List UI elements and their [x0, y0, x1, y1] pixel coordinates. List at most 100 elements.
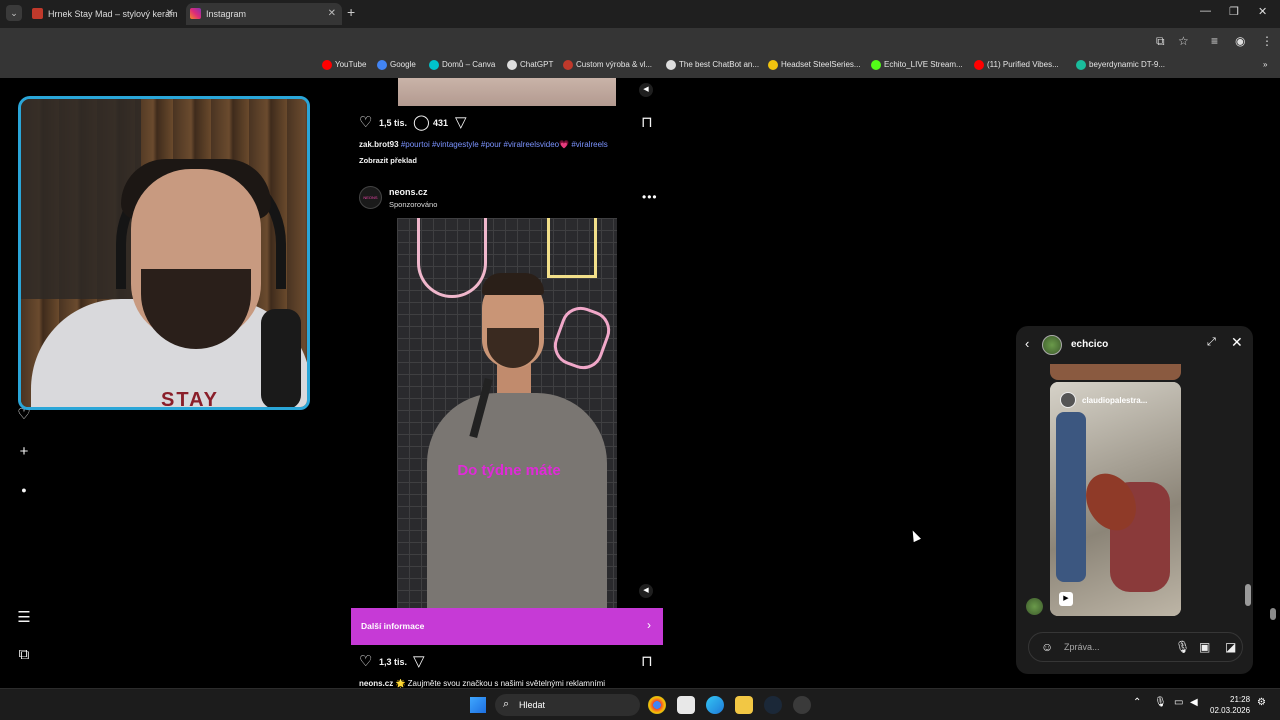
create-plus-icon[interactable]: + — [15, 443, 33, 461]
taskbar-search[interactable]: ⌕ Hledat — [495, 694, 640, 716]
chrome-icon[interactable] — [648, 696, 666, 714]
profile-avatar-icon[interactable]: ◉ — [1235, 34, 1245, 48]
caption-author[interactable]: zak.brot93 — [359, 140, 399, 149]
shop-favicon-icon — [32, 8, 43, 19]
post-video[interactable]: Do týdne máte ◀ — [351, 218, 663, 608]
bookmark-chatgpt[interactable]: ChatGPT — [507, 60, 553, 70]
chatbot-icon — [666, 60, 676, 70]
bookmark-label: Custom výroba & vl... — [576, 60, 653, 69]
taskbar-clock[interactable]: 21:28 02.03.2026 — [1210, 694, 1250, 716]
volume-icon[interactable]: ◀ — [639, 83, 653, 97]
chat-scrollbar-thumb[interactable] — [1245, 584, 1251, 606]
tab-title: Instagram — [206, 9, 247, 19]
bookmark-google[interactable]: Google — [377, 60, 416, 70]
browser-tab-instagram[interactable]: Instagram ✕ — [186, 3, 342, 25]
share-icon[interactable]: ▽ — [455, 115, 467, 131]
bookmark-purified-vibes[interactable]: (11) Purified Vibes... — [974, 60, 1059, 70]
mouse-cursor-icon — [909, 528, 921, 543]
shop-icon — [563, 60, 573, 70]
chevron-right-icon: › — [647, 618, 651, 632]
back-chevron-icon[interactable]: ‹ — [1025, 336, 1029, 351]
file-explorer-icon[interactable] — [735, 696, 753, 714]
kick-icon — [871, 60, 881, 70]
chat-user-avatar[interactable] — [1042, 335, 1062, 355]
browser-tab-bar: ⌄ Hrnek Stay Mad – stylový keram ✕ Insta… — [0, 0, 1280, 28]
chat-scrollbar[interactable] — [1245, 368, 1251, 618]
shirt-print: STAY — [161, 389, 220, 410]
browser-tab-hrnek[interactable]: Hrnek Stay Mad – stylový keram ✕ — [28, 3, 180, 25]
save-bookmark-icon[interactable]: ⊓ — [641, 115, 653, 131]
browser-menu-icon[interactable]: ⋮ — [1261, 34, 1273, 48]
caption-hashtag[interactable]: #viralreels — [571, 140, 607, 149]
see-translation-link[interactable]: Zobrazit překlad — [359, 156, 417, 165]
caption-author[interactable]: neons.cz — [359, 679, 393, 688]
comment-icon[interactable]: ◯ — [413, 115, 430, 131]
image-icon[interactable]: ▣ — [1199, 640, 1210, 654]
clock-time: 21:28 — [1230, 695, 1251, 704]
bookmark-star-icon[interactable]: ☆ — [1178, 34, 1189, 48]
restore-icon[interactable]: ❐ — [1229, 5, 1239, 18]
clock-date: 02.03.2026 — [1210, 706, 1251, 715]
bookmark-label: Echito_LIVE Stream... — [884, 60, 963, 69]
like-heart-icon[interactable]: ♡ — [359, 115, 372, 131]
tab-search-dropdown-icon[interactable]: ⌄ — [6, 5, 22, 21]
store-icon[interactable] — [677, 696, 695, 714]
bookmark-label: Headset SteelSeries... — [781, 60, 861, 69]
notification-bell-icon[interactable]: ⚙ — [1257, 697, 1266, 708]
more-options-icon[interactable]: ••• — [642, 190, 658, 204]
expand-icon[interactable]: ⤢ — [1207, 336, 1216, 349]
windows-start-icon[interactable] — [470, 697, 486, 713]
account-avatar[interactable]: NEONS — [359, 186, 382, 209]
post-media[interactable]: ◀ — [351, 78, 663, 106]
install-app-icon[interactable]: ⧉ — [1156, 34, 1165, 49]
more-menu-icon[interactable]: ☰ — [15, 609, 33, 627]
heart-emoji: 💗 — [559, 140, 570, 149]
bookmark-canva[interactable]: Domů – Canva — [429, 60, 495, 70]
edge-icon[interactable] — [706, 696, 724, 714]
caption-text: 🌟 Zaujměte svou značkou s našimi světeln… — [395, 679, 606, 688]
bookmark-beyerdynamic[interactable]: beyerdynamic DT-9... — [1076, 60, 1165, 70]
media-control-icon[interactable]: ≡ — [1211, 34, 1218, 48]
close-icon[interactable]: ✕ — [1231, 334, 1243, 351]
page-scrollbar-thumb[interactable] — [1270, 608, 1276, 620]
microphone-tray-icon[interactable]: 🎙 — [1154, 697, 1167, 708]
volume-tray-icon[interactable]: ◀ — [1190, 697, 1198, 708]
bookmarks-overflow-icon[interactable]: » — [1250, 60, 1267, 69]
also-from-meta-icon[interactable]: ⧉ — [15, 646, 33, 664]
steam-icon[interactable] — [764, 696, 782, 714]
emoji-icon[interactable]: ☺ — [1041, 640, 1053, 654]
address-bar[interactable]: ⧉ ☆ ≡ ◉ ⋮ — [0, 28, 1280, 54]
reel-username: claudiopalestra... — [1082, 396, 1148, 405]
canva-icon — [429, 60, 439, 70]
close-window-icon[interactable]: ✕ — [1258, 5, 1267, 18]
bookmark-chatbot[interactable]: The best ChatBot an... — [666, 60, 759, 70]
chat-username[interactable]: echcico — [1071, 339, 1108, 350]
bookmark-custom-vyroba[interactable]: Custom výroba & vl... — [563, 60, 653, 70]
bookmark-steelseries[interactable]: Headset SteelSeries... — [768, 60, 861, 70]
message-input[interactable]: ☺ Zpráva... 🎙 ▣ ◪ — [1028, 632, 1243, 662]
tray-overflow-icon[interactable]: ⌃ — [1133, 697, 1141, 708]
network-icon[interactable]: ▭ — [1174, 697, 1183, 708]
close-tab-icon[interactable]: ✕ — [328, 3, 336, 25]
minimize-icon[interactable]: — — [1200, 5, 1211, 17]
bookmark-kick[interactable]: Echito_LIVE Stream... — [871, 60, 963, 70]
like-heart-icon[interactable]: ♡ — [359, 654, 372, 670]
bookmarks-bar: YouTube Google Domů – Canva ChatGPT Cust… — [0, 54, 1280, 78]
bookmark-youtube[interactable]: YouTube — [322, 60, 366, 70]
profile-avatar-icon[interactable]: ● — [15, 481, 33, 499]
new-tab-icon[interactable]: + — [347, 4, 355, 20]
volume-icon[interactable]: ◀ — [639, 584, 653, 598]
chatgpt-icon — [507, 60, 517, 70]
like-count: 1,5 tis. — [379, 118, 408, 128]
microphone-icon[interactable]: 🎙 — [1175, 640, 1190, 654]
account-name[interactable]: neons.cz — [389, 187, 428, 197]
close-tab-icon[interactable]: ✕ — [166, 3, 174, 25]
share-icon[interactable]: ▽ — [413, 654, 425, 670]
previous-reel-thumbnail[interactable] — [1050, 364, 1181, 380]
caption-hashtags[interactable]: #pourtoi #vintagestyle #pour #viralreels… — [401, 140, 559, 149]
app-icon[interactable] — [793, 696, 811, 714]
shared-reel[interactable]: claudiopalestra... ▶ — [1050, 382, 1181, 616]
sticker-icon[interactable]: ◪ — [1225, 640, 1236, 654]
learn-more-button[interactable]: Další informace › — [351, 608, 663, 645]
save-bookmark-icon[interactable]: ⊓ — [641, 654, 653, 670]
